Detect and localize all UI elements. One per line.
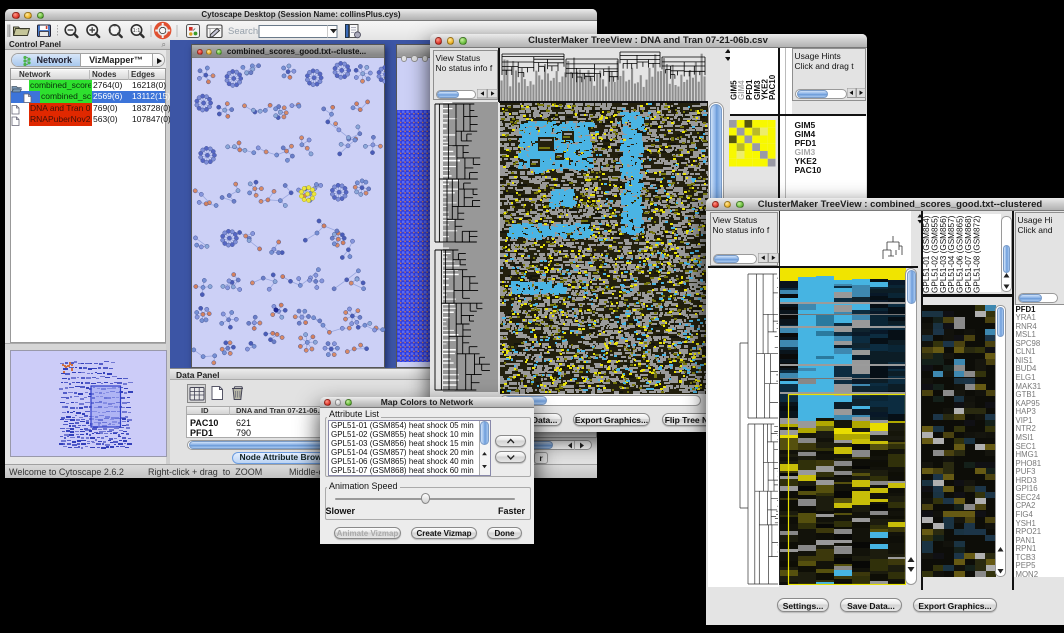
svg-text:GPL51-08 (GSM872): GPL51-08 (GSM872): [972, 215, 981, 293]
svg-text:Search:: Search:: [228, 26, 261, 37]
svg-text:PAC10: PAC10: [768, 74, 777, 100]
